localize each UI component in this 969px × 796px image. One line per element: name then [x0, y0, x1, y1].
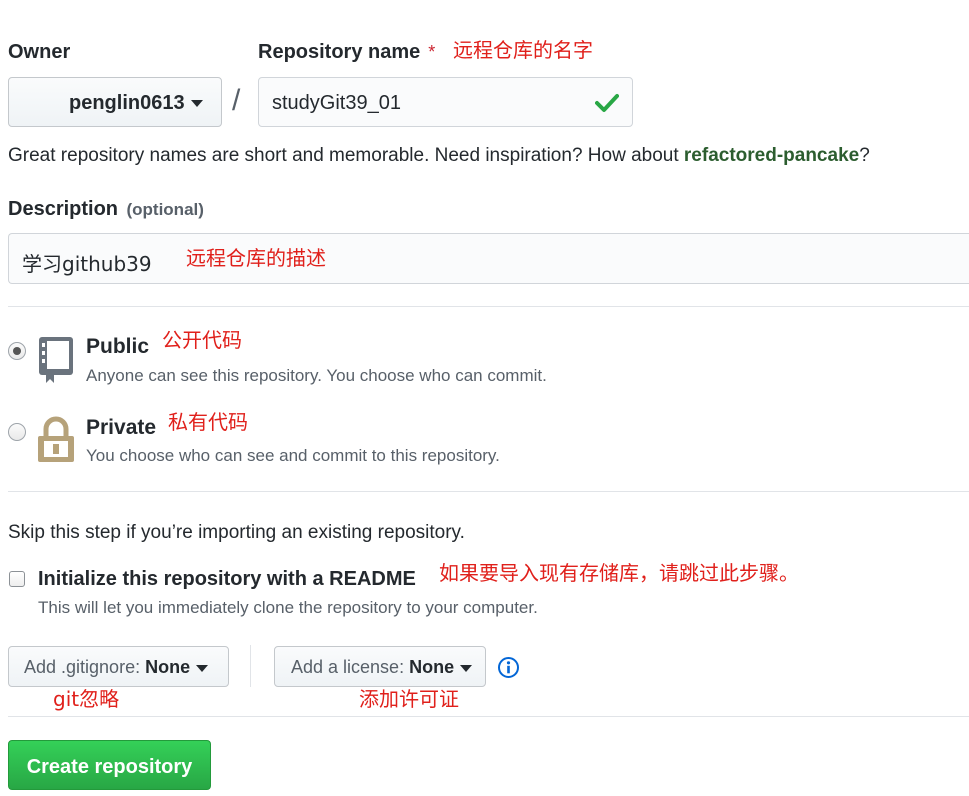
vertical-divider: [250, 645, 251, 687]
readme-checkbox[interactable]: [9, 571, 25, 587]
info-icon[interactable]: [497, 656, 520, 679]
create-repository-label: Create repository: [26, 756, 193, 778]
owner-dropdown[interactable]: penglin0613: [8, 77, 222, 127]
repo-icon: [39, 337, 73, 383]
repo-name-input[interactable]: studyGit39_01: [258, 77, 633, 127]
repo-name-annotation: 远程仓库的名字: [453, 38, 593, 62]
public-title: Public: [86, 335, 150, 358]
readme-description: This will let you immediately clone the …: [38, 598, 538, 617]
license-prefix: Add a license:: [291, 657, 405, 677]
hint-prefix: Great repository names are short and mem…: [8, 145, 679, 166]
public-radio[interactable]: [8, 342, 26, 360]
repo-name-hint: Great repository names are short and mem…: [8, 145, 870, 167]
private-description: You choose who can see and commit to thi…: [86, 446, 500, 465]
license-value: None: [409, 657, 455, 677]
hint-suffix: ?: [859, 145, 870, 166]
private-radio[interactable]: [8, 423, 26, 441]
create-repository-button[interactable]: Create repository: [8, 740, 211, 790]
repo-name-label: Repository name: [258, 41, 421, 63]
description-input[interactable]: 学习github39: [8, 233, 969, 284]
description-label: Description: [8, 198, 119, 220]
description-value: 学习github39: [22, 252, 152, 276]
gitignore-prefix: Add .gitignore:: [24, 657, 141, 677]
check-icon: [595, 94, 619, 112]
license-dropdown[interactable]: Add a license: None: [274, 646, 486, 687]
license-annotation: 添加许可证: [359, 687, 459, 711]
public-description: Anyone can see this repository. You choo…: [86, 366, 547, 385]
private-title: Private: [86, 416, 157, 439]
owner-repo-separator: /: [232, 84, 241, 117]
gitignore-value: None: [145, 657, 191, 677]
required-mark: *: [428, 42, 436, 62]
divider: [8, 491, 969, 492]
private-annotation: 私有代码: [168, 410, 248, 434]
import-note: Skip this step if you’re importing an ex…: [8, 522, 465, 543]
readme-label[interactable]: Initialize this repository with a README: [38, 568, 416, 591]
repo-name-value: studyGit39_01: [272, 92, 401, 114]
gitignore-dropdown[interactable]: Add .gitignore: None: [8, 646, 229, 687]
gitignore-annotation: git忽略: [53, 687, 120, 711]
chevron-down-icon: [460, 664, 473, 672]
description-annotation: 远程仓库的描述: [186, 246, 326, 270]
chevron-down-icon: [196, 664, 209, 672]
readme-annotation: 如果要导入现有存储库，请跳过此步骤。: [439, 561, 799, 585]
divider: [8, 716, 969, 717]
owner-label: Owner: [8, 41, 71, 63]
chevron-down-icon: [190, 100, 203, 108]
lock-icon: [38, 416, 74, 462]
description-optional: (optional): [126, 200, 204, 219]
public-annotation: 公开代码: [162, 328, 242, 352]
divider: [8, 306, 969, 307]
hint-suggestion-link[interactable]: refactored-pancake: [684, 145, 859, 166]
owner-value: penglin0613: [69, 92, 185, 114]
